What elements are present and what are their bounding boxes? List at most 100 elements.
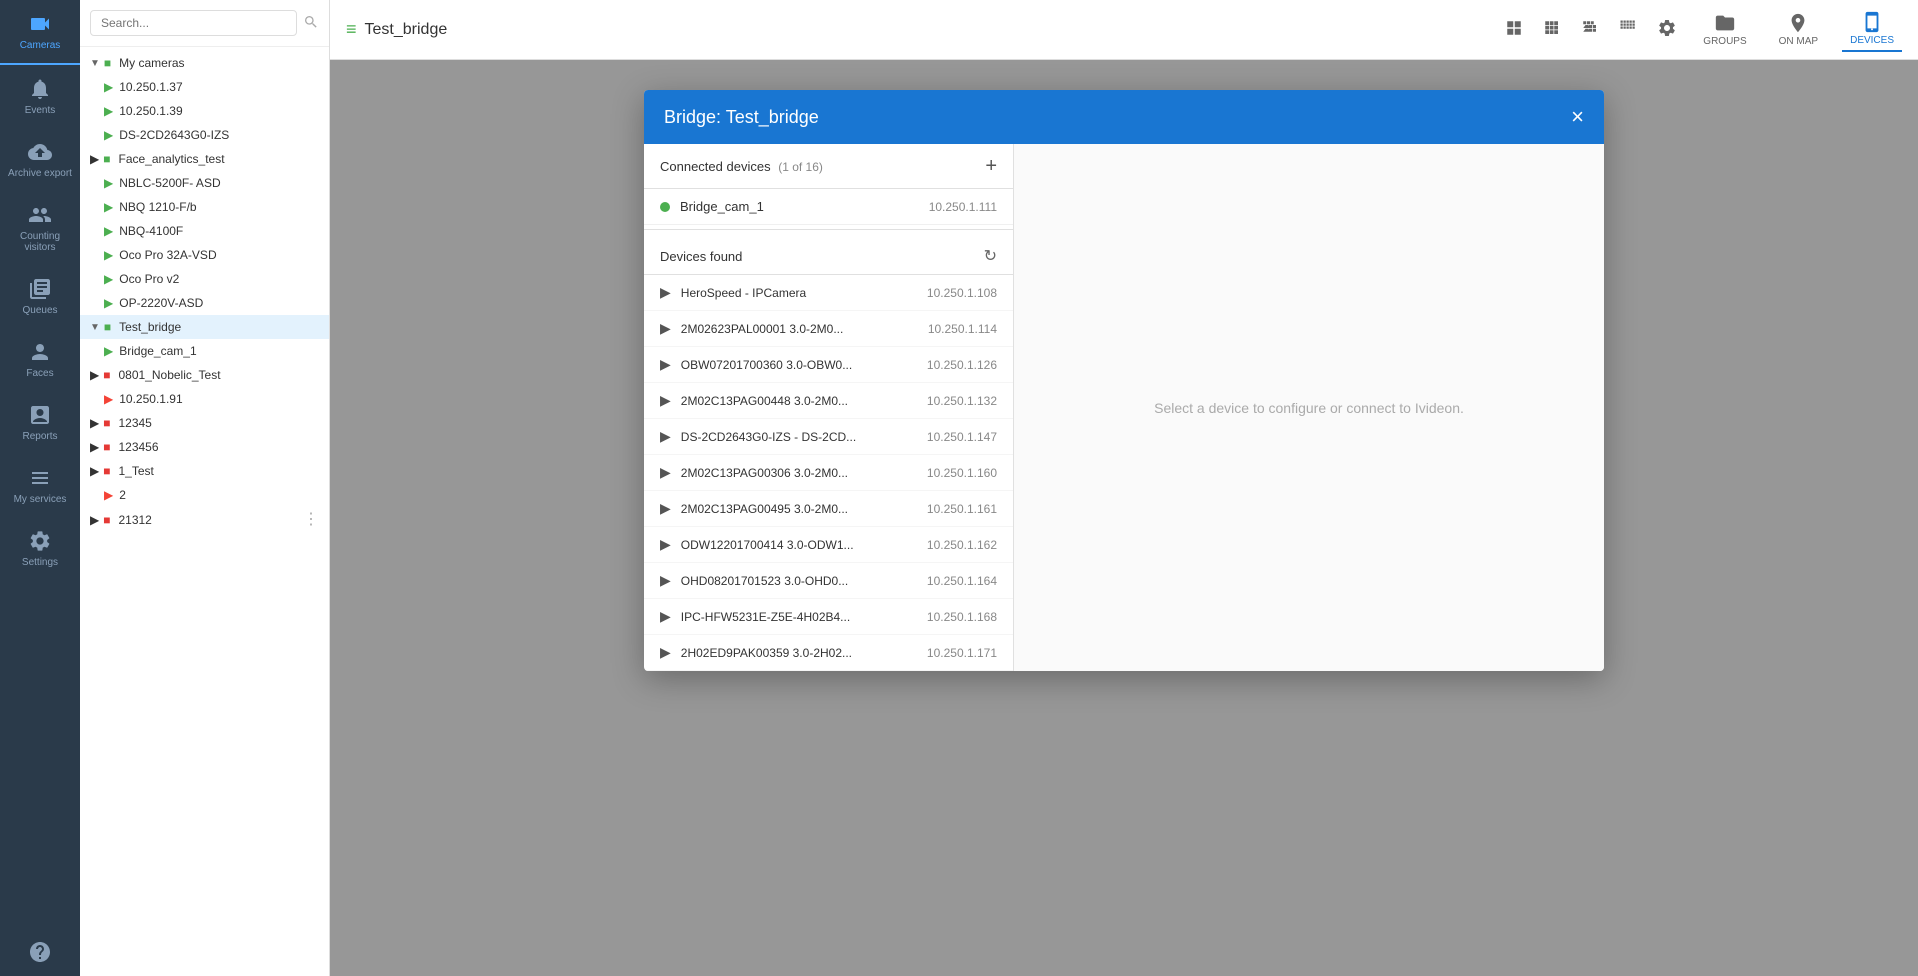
grid-view-md-button[interactable] xyxy=(1537,13,1567,46)
connected-count: (1 of 16) xyxy=(778,160,823,174)
sidebar-item-faces[interactable]: Faces xyxy=(0,328,80,391)
dialog-left-panel: Connected devices (1 of 16) + Bridge_cam… xyxy=(644,144,1014,671)
found-device-item-7[interactable]: ▶ ODW12201700414 3.0-ODW1... 10.250.1.16… xyxy=(644,527,1013,563)
group-1-test[interactable]: ▶ ■ 1_Test xyxy=(80,459,329,483)
nav-devices[interactable]: DEVICES xyxy=(1842,7,1902,52)
search-input[interactable] xyxy=(90,10,297,36)
camera-icon: ▶ xyxy=(104,224,113,238)
camera-icon: ▶ xyxy=(104,248,113,262)
sidebar-item-events[interactable]: Events xyxy=(0,65,80,128)
page-title: Test_bridge xyxy=(365,21,448,39)
face-analytics-group[interactable]: ▶ ■ Face_analytics_test xyxy=(80,147,329,171)
camera-item-4[interactable]: ▶ NBLC-5200F- ASD xyxy=(80,171,329,195)
modal-overlay: Bridge: Test_bridge × Connected devices … xyxy=(330,60,1918,976)
camera-red-2[interactable]: ▶ 2 xyxy=(80,483,329,507)
nav-on-map[interactable]: ON MAP xyxy=(1771,8,1826,51)
camera-item-3[interactable]: ▶ DS-2CD2643G0-IZS xyxy=(80,123,329,147)
camera-icon: ▶ xyxy=(660,644,671,661)
dialog-close-button[interactable]: × xyxy=(1571,106,1584,128)
sidebar-item-cameras[interactable]: Cameras xyxy=(0,0,80,65)
tree-content: ▼ ■ My cameras ▶ 10.250.1.37 ▶ 10.250.1.… xyxy=(80,47,329,976)
camera-icon: ▶ xyxy=(660,284,671,301)
bridge-folder-icon: ■ xyxy=(104,320,111,334)
camera-icon: ▶ xyxy=(104,392,113,406)
camera-icon: ▶ xyxy=(104,296,113,310)
camera-item-8[interactable]: ▶ Oco Pro v2 xyxy=(80,267,329,291)
top-bar-nav: GROUPS ON MAP DEVICES xyxy=(1695,7,1902,52)
camera-item-9[interactable]: ▶ OP-2220V-ASD xyxy=(80,291,329,315)
view-controls xyxy=(1499,12,1683,47)
camera-icon: ▶ xyxy=(104,200,113,214)
dialog-right-panel: Select a device to configure or connect … xyxy=(1014,144,1604,671)
found-device-item-1[interactable]: ▶ 2M02623PAL00001 3.0-2M0... 10.250.1.11… xyxy=(644,311,1013,347)
camera-item-5[interactable]: ▶ NBQ 1210-F/b xyxy=(80,195,329,219)
sidebar-item-counting-visitors[interactable]: Counting visitors xyxy=(0,191,80,265)
sidebar-item-help[interactable] xyxy=(0,928,80,976)
chevron-down-icon: ▼ xyxy=(90,58,100,69)
chevron-right-icon: ▶ xyxy=(90,513,99,527)
sidebar-item-reports[interactable]: Reports xyxy=(0,391,80,454)
found-device-item-4[interactable]: ▶ DS-2CD2643G0-IZS - DS-2CD... 10.250.1.… xyxy=(644,419,1013,455)
connected-device-item[interactable]: Bridge_cam_1 10.250.1.111 xyxy=(644,189,1013,225)
group-folder-icon-red: ■ xyxy=(103,440,110,454)
chevron-right-icon: ▶ xyxy=(90,368,99,382)
sidebar-item-archive-export[interactable]: Archive export xyxy=(0,128,80,191)
add-device-button[interactable]: + xyxy=(985,156,997,176)
chevron-right-icon: ▶ xyxy=(90,416,99,430)
icon-sidebar: Cameras Events Archive export Counting v… xyxy=(0,0,80,976)
camera-item-6[interactable]: ▶ NBQ-4100F xyxy=(80,219,329,243)
sidebar-item-settings[interactable]: Settings xyxy=(0,517,80,580)
found-device-item-6[interactable]: ▶ 2M02C13PAG00495 3.0-2M0... 10.250.1.16… xyxy=(644,491,1013,527)
camera-icon: ▶ xyxy=(660,608,671,625)
sidebar-item-my-services[interactable]: My services xyxy=(0,454,80,517)
group-0801[interactable]: ▶ ■ 0801_Nobelic_Test xyxy=(80,363,329,387)
my-cameras-group[interactable]: ▼ ■ My cameras xyxy=(80,51,329,75)
content-area: Bridge: Test_bridge × Connected devices … xyxy=(330,60,1918,976)
found-device-item-8[interactable]: ▶ OHD08201701523 3.0-OHD0... 10.250.1.16… xyxy=(644,563,1013,599)
test-bridge-group[interactable]: ▼ ■ Test_bridge xyxy=(80,315,329,339)
connected-devices-label: Connected devices (1 of 16) xyxy=(660,159,823,174)
refresh-button[interactable]: ↻ xyxy=(984,246,997,266)
chevron-right-icon: ▶ xyxy=(90,152,99,166)
chevron-right-icon: ▶ xyxy=(90,440,99,454)
camera-item-7[interactable]: ▶ Oco Pro 32A-VSD xyxy=(80,243,329,267)
camera-item-1[interactable]: ▶ 10.250.1.37 xyxy=(80,75,329,99)
grid-view-lg-button[interactable] xyxy=(1499,13,1529,46)
found-device-item-0[interactable]: ▶ HeroSpeed - IPCamera 10.250.1.108 xyxy=(644,275,1013,311)
main-content: ≡ Test_bridge GROUPS xyxy=(330,0,1918,976)
camera-icon: ▶ xyxy=(660,500,671,517)
found-device-item-2[interactable]: ▶ OBW07201700360 3.0-OBW0... 10.250.1.12… xyxy=(644,347,1013,383)
more-options-icon[interactable]: ⋮ xyxy=(303,512,319,528)
group-12345[interactable]: ▶ ■ 12345 xyxy=(80,411,329,435)
camera-icon: ▶ xyxy=(104,176,113,190)
select-device-text: Select a device to configure or connect … xyxy=(1154,400,1464,416)
group-folder-icon-red: ■ xyxy=(103,464,110,478)
camera-red-1[interactable]: ▶ 10.250.1.91 xyxy=(80,387,329,411)
group-123456[interactable]: ▶ ■ 123456 xyxy=(80,435,329,459)
bridge-cam-item[interactable]: ▶ Bridge_cam_1 xyxy=(80,339,329,363)
camera-icon: ▶ xyxy=(104,272,113,286)
dialog-body: Connected devices (1 of 16) + Bridge_cam… xyxy=(644,144,1604,671)
camera-icon: ▶ xyxy=(660,536,671,553)
group-21312[interactable]: ▶ ■ 21312 ⋮ xyxy=(80,507,329,533)
found-device-item-9[interactable]: ▶ IPC-HFW5231E-Z5E-4H02B4... 10.250.1.16… xyxy=(644,599,1013,635)
grid-view-sm-button[interactable] xyxy=(1575,13,1605,46)
bridge-dialog: Bridge: Test_bridge × Connected devices … xyxy=(644,90,1604,671)
grid-view-xs-button[interactable] xyxy=(1613,13,1643,46)
search-icon[interactable] xyxy=(303,14,319,33)
sidebar-item-queues[interactable]: Queues xyxy=(0,265,80,328)
settings-gear-button[interactable] xyxy=(1651,12,1683,47)
found-device-item-5[interactable]: ▶ 2M02C13PAG00306 3.0-2M0... 10.250.1.16… xyxy=(644,455,1013,491)
group-folder-icon: ■ xyxy=(103,152,110,166)
camera-icon: ▶ xyxy=(104,128,113,142)
dialog-title: Bridge: Test_bridge xyxy=(664,107,819,128)
camera-icon: ▶ xyxy=(104,104,113,118)
camera-icon: ▶ xyxy=(660,392,671,409)
tree-sidebar: ▼ ■ My cameras ▶ 10.250.1.37 ▶ 10.250.1.… xyxy=(80,0,330,976)
group-folder-icon-red: ■ xyxy=(103,513,110,527)
nav-groups[interactable]: GROUPS xyxy=(1695,8,1754,51)
found-device-item-3[interactable]: ▶ 2M02C13PAG00448 3.0-2M0... 10.250.1.13… xyxy=(644,383,1013,419)
group-folder-icon-red: ■ xyxy=(103,368,110,382)
found-device-item-10[interactable]: ▶ 2H02ED9PAK00359 3.0-2H02... 10.250.1.1… xyxy=(644,635,1013,671)
camera-item-2[interactable]: ▶ 10.250.1.39 xyxy=(80,99,329,123)
